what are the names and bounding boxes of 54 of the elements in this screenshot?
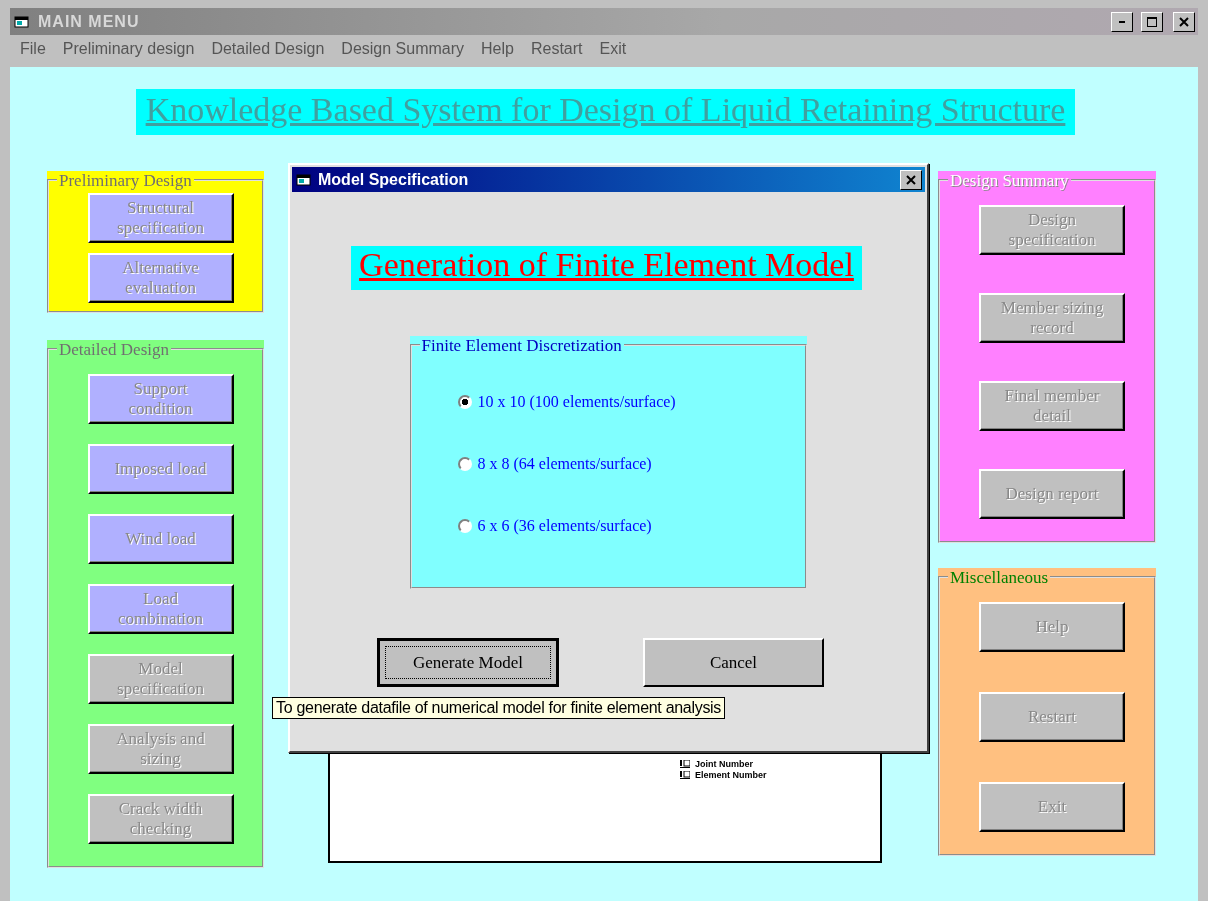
dialog-icon (296, 172, 312, 187)
radio-button[interactable] (457, 457, 472, 471)
menu-button[interactable]: Alternative evaluation (87, 253, 234, 303)
maximize-icon (1147, 16, 1157, 27)
close-button[interactable] (900, 169, 922, 190)
menu-button[interactable]: Restart (979, 692, 1125, 742)
dialog-title: Model Specification (318, 170, 470, 189)
menu-item[interactable]: Restart (530, 40, 583, 67)
minimize-icon (1119, 20, 1125, 23)
menu-button[interactable]: Help (979, 602, 1125, 652)
legend-label: Element Number (695, 770, 767, 780)
window-title: MAIN MENU (38, 12, 141, 31)
menu-item[interactable]: Preliminary design (62, 40, 195, 67)
menu-item[interactable]: Help (481, 40, 514, 67)
group-title: Detailed Design (57, 340, 171, 359)
dialog-heading: Generation of Finite Element Model (351, 246, 862, 290)
legend-label: Joint Number (695, 759, 753, 769)
menu-button[interactable]: Member sizing record (979, 293, 1125, 343)
menu-button[interactable]: Imposed load (87, 444, 234, 494)
option-label: 6 x 6 (36 elements/surface) (477, 517, 652, 535)
maximize-button[interactable] (1141, 11, 1163, 32)
menu-button[interactable]: Wind load (87, 514, 234, 564)
menu-button[interactable]: Load combination (87, 584, 234, 634)
number-marker-icon (680, 760, 690, 768)
number-marker-icon (680, 771, 690, 779)
radio-option[interactable]: 8 x 8 (64 elements/surface) (457, 455, 805, 473)
window-icon (14, 14, 30, 29)
menu-item[interactable]: Design Summary (341, 40, 465, 67)
close-icon (1179, 16, 1189, 27)
menu-button[interactable]: Crack width checking (87, 794, 234, 844)
tooltip: To generate datafile of numerical model for finite element analysis (272, 697, 726, 719)
minimize-button[interactable] (1111, 11, 1133, 32)
option-label: 8 x 8 (64 elements/surface) (477, 455, 652, 473)
option-label: 10 x 10 (100 elements/surface) (477, 393, 676, 411)
menu-item[interactable]: File (20, 40, 46, 67)
app-heading: Knowledge Based System for Design of Liquid Retaining Structure (135, 89, 1076, 135)
menu-button[interactable]: Analysis and sizing (87, 724, 234, 774)
dialog-button[interactable]: Cancel (643, 638, 824, 687)
menu-item[interactable]: Detailed Design (211, 40, 325, 67)
radio-option[interactable]: 10 x 10 (100 elements/surface) (457, 393, 805, 411)
menu-item[interactable]: Exit (599, 40, 627, 67)
group-title: Preliminary Design (57, 171, 194, 190)
close-button[interactable] (1173, 11, 1195, 32)
menu-button[interactable]: Support condition (87, 374, 234, 424)
close-icon (906, 174, 916, 185)
menu-button[interactable]: Design report (979, 469, 1125, 519)
menu-button[interactable]: Exit (979, 782, 1125, 832)
dialog-button[interactable]: Generate Model (377, 638, 559, 687)
radio-button[interactable] (457, 395, 472, 409)
menu-button[interactable]: Final member detail (979, 381, 1125, 431)
radio-button[interactable] (457, 519, 472, 533)
menu-button[interactable]: Model specification (87, 654, 234, 704)
menu-button[interactable]: Structural specification (87, 193, 234, 243)
radio-option[interactable]: 6 x 6 (36 elements/surface) (457, 517, 805, 535)
